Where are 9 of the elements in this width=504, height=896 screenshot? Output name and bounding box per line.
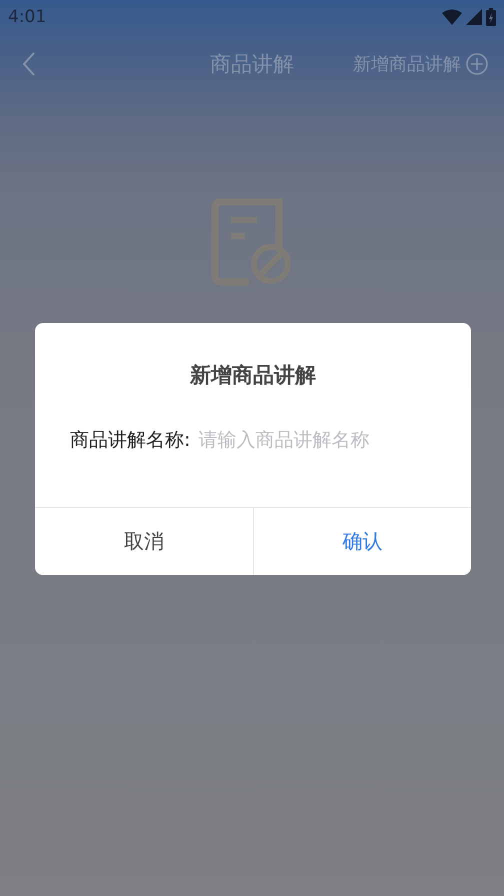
field-label: 商品讲解名称:	[70, 428, 190, 453]
wifi-icon	[442, 9, 462, 25]
confirm-button[interactable]: 确认	[252, 508, 471, 575]
battery-icon	[486, 8, 496, 26]
dialog-title: 新增商品讲解	[188, 362, 317, 389]
plus-circle-icon	[466, 53, 488, 75]
status-time: 4:01	[8, 7, 46, 27]
page-title: 商品讲解	[210, 51, 294, 78]
signal-icon	[466, 9, 482, 25]
